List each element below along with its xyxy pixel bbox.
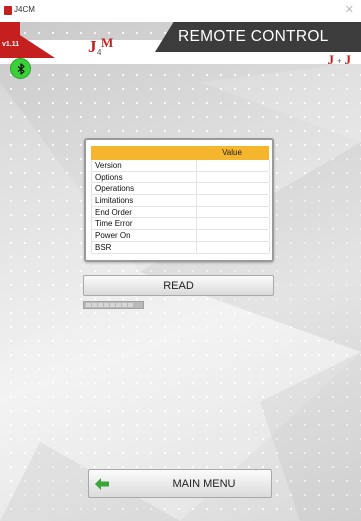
main-menu-button[interactable]: MAIN MENU: [88, 469, 272, 498]
bluetooth-button[interactable]: [10, 58, 31, 79]
page-title: REMOTE CONTROL: [178, 28, 329, 45]
parameter-value: [196, 230, 270, 241]
table-row: Operations: [92, 183, 270, 196]
read-button-label: READ: [163, 279, 194, 292]
parameter-value: [196, 183, 270, 195]
j4m-logo: J 4 M: [88, 35, 113, 57]
read-button[interactable]: READ: [83, 275, 274, 296]
table-row: Power On: [92, 230, 270, 242]
value-column-header: Value: [222, 148, 242, 157]
version-label: v1.11: [2, 41, 20, 48]
parameter-name: Time Error: [95, 219, 133, 229]
table-row: Time Error: [92, 218, 270, 231]
svg-text:J: J: [88, 37, 97, 56]
parameter-value: [196, 195, 270, 206]
parameter-value: [196, 171, 270, 183]
table-row: Version: [92, 160, 270, 172]
parameter-name: Operations: [95, 184, 135, 194]
parameter-name: Power On: [95, 231, 131, 241]
window-title: J4CM: [14, 5, 35, 14]
app-icon: [4, 6, 12, 15]
parameter-name: Limitations: [95, 196, 134, 206]
parameter-name: End Order: [95, 207, 132, 217]
parameter-value: [196, 218, 270, 230]
svg-text:M: M: [101, 35, 113, 50]
header: v1.11 REMOTE CONTROL J 4 M J + J: [0, 22, 361, 67]
parameter-value: [196, 241, 270, 253]
background-facets: [0, 62, 361, 521]
table-row: Options: [92, 171, 270, 184]
window-titlebar: J4CM ✕: [0, 0, 361, 22]
close-icon[interactable]: ✕: [345, 3, 354, 16]
table-row: BSR: [92, 241, 270, 254]
parameter-value: [196, 206, 270, 218]
parameter-name: Options: [95, 172, 123, 182]
table-body: Version Options Operations Limitations E…: [91, 160, 270, 254]
parameter-name: BSR: [95, 242, 112, 252]
table-header: Value: [91, 146, 269, 160]
parameter-name: Version: [95, 161, 122, 170]
main-menu-label: MAIN MENU: [172, 478, 236, 490]
bluetooth-icon: [17, 62, 25, 75]
jj-logo: J + J: [327, 52, 351, 67]
read-progress-bar: [83, 301, 144, 309]
parameters-table: Value Version Options Operations Limitat…: [84, 138, 274, 262]
table-row: End Order: [92, 206, 270, 219]
table-row: Limitations: [92, 195, 270, 207]
parameter-value: [196, 160, 270, 171]
app-background: v1.11 REMOTE CONTROL J 4 M J + J Value Ver…: [0, 22, 361, 521]
